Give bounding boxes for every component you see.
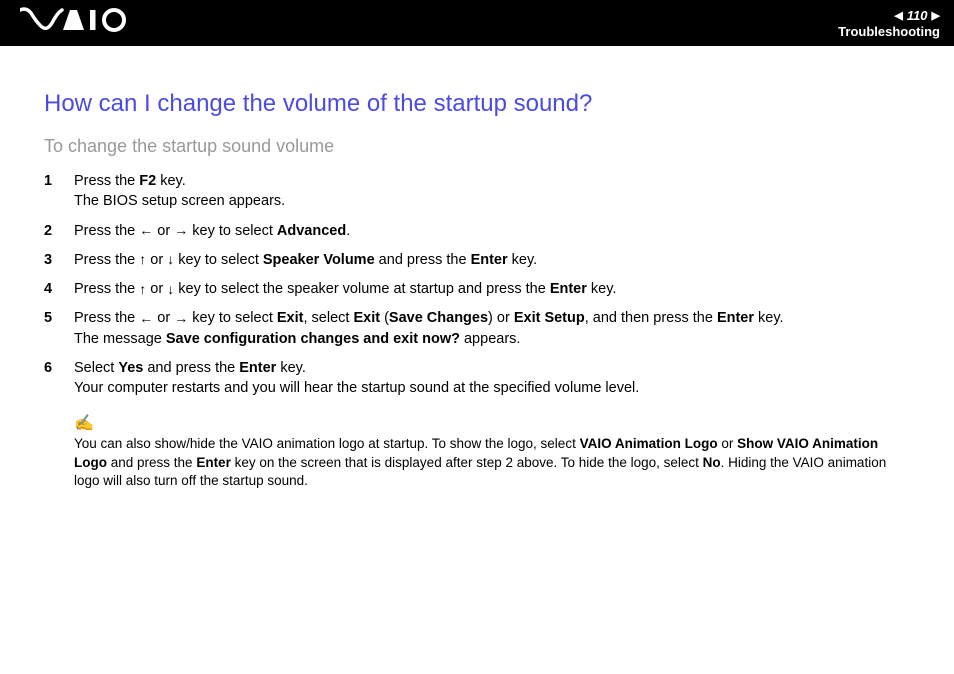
step-body: Press the ← or → key to select Advanced. <box>74 221 910 241</box>
step-text: or <box>146 252 167 268</box>
section-label: Troubleshooting <box>838 24 940 39</box>
step-text: key. <box>276 360 306 376</box>
step-text: Press the <box>74 173 139 189</box>
step-text: or <box>153 310 174 326</box>
note-span: key on the screen that is displayed afte… <box>231 455 703 470</box>
step-text: key to select <box>188 310 277 326</box>
page-number: 110 <box>907 8 928 23</box>
step-item: 6 Select Yes and press the Enter key. Yo… <box>44 358 910 399</box>
step-text: ) or <box>488 310 514 326</box>
arrow-right-icon: → <box>174 221 188 241</box>
header-right: ◀ 110 ▶ Troubleshooting <box>838 8 940 39</box>
step-text: and press the <box>375 252 471 268</box>
step-number: 3 <box>44 250 74 270</box>
step-text: key. <box>587 281 617 297</box>
step-bold: Enter <box>550 281 587 297</box>
steps-list: 1 Press the F2 key. The BIOS setup scree… <box>44 171 910 399</box>
step-text: , select <box>303 310 353 326</box>
note-span: You can also show/hide the VAIO animatio… <box>74 436 580 451</box>
step-text: The BIOS setup screen appears. <box>74 193 285 209</box>
step-bold: Advanced <box>277 223 346 239</box>
step-text: Press the <box>74 281 139 297</box>
note-span: or <box>718 436 738 451</box>
step-item: 1 Press the F2 key. The BIOS setup scree… <box>44 171 910 212</box>
step-number: 1 <box>44 171 74 191</box>
arrow-right-icon: → <box>174 309 188 329</box>
step-bold: Enter <box>717 310 754 326</box>
step-bold: Exit <box>277 310 304 326</box>
step-text: key. <box>508 252 538 268</box>
page-nav: ◀ 110 ▶ <box>838 8 940 23</box>
step-item: 5 Press the ← or → key to select Exit, s… <box>44 308 910 349</box>
step-text: or <box>153 223 174 239</box>
step-text: key to select <box>174 252 263 268</box>
step-bold: Exit Setup <box>514 310 585 326</box>
note-span: and press the <box>107 455 196 470</box>
step-text: and press the <box>143 360 239 376</box>
step-text: key. <box>754 310 784 326</box>
step-bold: Enter <box>239 360 276 376</box>
step-body: Press the ← or → key to select Exit, sel… <box>74 308 910 349</box>
step-number: 4 <box>44 279 74 299</box>
step-bold: Save configuration changes and exit now? <box>166 331 460 347</box>
step-text: key. <box>156 173 186 189</box>
main-heading: How can I change the volume of the start… <box>44 90 910 118</box>
step-bold: Enter <box>471 252 508 268</box>
note-bold: VAIO Animation Logo <box>580 436 718 451</box>
step-bold: F2 <box>139 173 156 189</box>
step-number: 6 <box>44 358 74 378</box>
note-block: ✍ You can also show/hide the VAIO animat… <box>44 413 910 492</box>
step-bold: Exit <box>353 310 380 326</box>
note-text: You can also show/hide the VAIO animatio… <box>74 435 910 492</box>
step-bold: Yes <box>118 360 143 376</box>
step-body: Press the ↑ or ↓ key to select Speaker V… <box>74 250 910 270</box>
nav-next-icon[interactable]: ▶ <box>932 9 940 22</box>
step-text: The message <box>74 331 166 347</box>
step-number: 5 <box>44 308 74 328</box>
step-text: Your computer restarts and you will hear… <box>74 380 639 396</box>
step-text: ( <box>380 310 389 326</box>
step-text: key to select <box>188 223 277 239</box>
step-item: 4 Press the ↑ or ↓ key to select the spe… <box>44 279 910 299</box>
step-bold: Save Changes <box>389 310 488 326</box>
step-text: Press the <box>74 252 139 268</box>
vaio-logo <box>20 7 130 40</box>
step-item: 2 Press the ← or → key to select Advance… <box>44 221 910 241</box>
arrow-left-icon: ← <box>139 309 153 329</box>
step-text: , and then press the <box>585 310 717 326</box>
step-body: Press the ↑ or ↓ key to select the speak… <box>74 279 910 299</box>
content-area: How can I change the volume of the start… <box>0 46 954 511</box>
step-text: appears. <box>460 331 520 347</box>
step-item: 3 Press the ↑ or ↓ key to select Speaker… <box>44 250 910 270</box>
nav-prev-icon[interactable]: ◀ <box>894 9 902 22</box>
step-text: key to select the speaker volume at star… <box>174 281 550 297</box>
step-text: Press the <box>74 310 139 326</box>
step-number: 2 <box>44 221 74 241</box>
step-bold: Speaker Volume <box>263 252 375 268</box>
vaio-logo-svg <box>20 7 130 33</box>
step-body: Select Yes and press the Enter key. Your… <box>74 358 910 399</box>
note-bold: No <box>703 455 721 470</box>
step-body: Press the F2 key. The BIOS setup screen … <box>74 171 910 212</box>
page-header: ◀ 110 ▶ Troubleshooting <box>0 0 954 46</box>
note-icon: ✍ <box>74 413 910 433</box>
step-text: . <box>346 223 350 239</box>
step-text: Press the <box>74 223 139 239</box>
note-bold: Enter <box>196 455 231 470</box>
step-text: or <box>146 281 167 297</box>
step-text: Select <box>74 360 118 376</box>
arrow-left-icon: ← <box>139 221 153 241</box>
sub-heading: To change the startup sound volume <box>44 136 910 157</box>
